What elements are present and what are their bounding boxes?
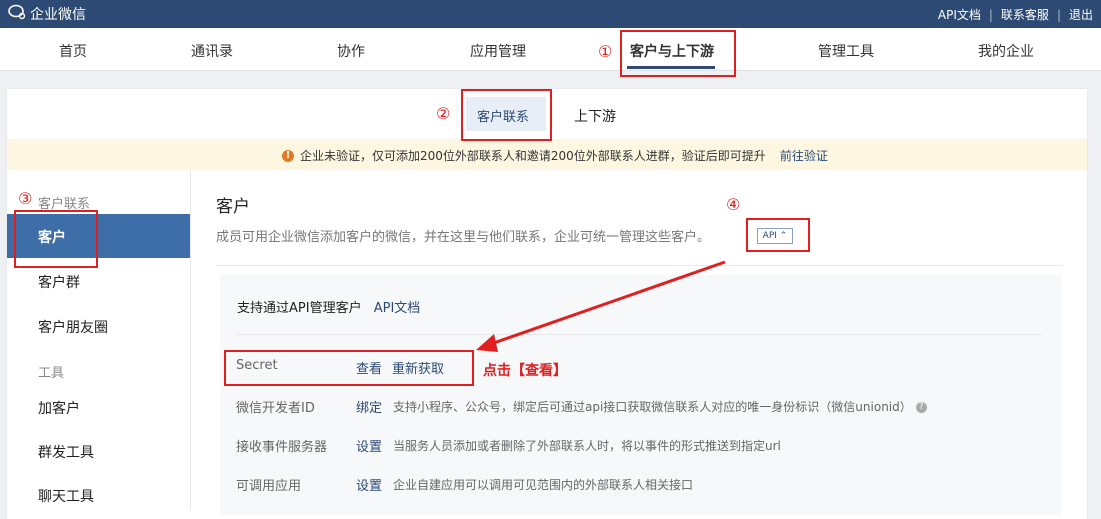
verify-link[interactable]: 前往验证 — [780, 147, 828, 164]
api-docs-panel-link[interactable]: API文档 — [374, 301, 421, 316]
nav-contacts[interactable]: 通讯录 — [191, 41, 233, 61]
bind-button[interactable]: 绑定 — [356, 397, 382, 416]
api-docs-link[interactable]: API文档 — [938, 6, 981, 23]
sidebar-item-moments[interactable]: 客户朋友圈 — [38, 317, 108, 337]
click-view-note: 点击【查看】 — [483, 363, 567, 379]
api-panel-title: 支持通过API管理客户 API文档 — [237, 297, 420, 316]
annotation-box-3 — [14, 210, 98, 268]
annotation-box-4 — [746, 218, 810, 252]
verification-notice: ! 企业未验证，仅可添加200位外部联系人和邀请200位外部联系人进群，验证后即… — [7, 139, 1087, 170]
annotation-box-secret — [224, 350, 474, 386]
main-nav: 首页 通讯录 协作 应用管理 客户与上下游 管理工具 我的企业 — [0, 28, 1101, 71]
top-links: API文档 | 联系客服 | 退出 — [938, 6, 1093, 23]
annotation-marker-4: ④ — [726, 195, 741, 214]
annotation-marker-1: ① — [598, 42, 613, 61]
nav-my-company[interactable]: 我的企业 — [978, 41, 1034, 61]
help-icon[interactable]: ? — [915, 402, 927, 413]
api-panel-title-text: 支持通过API管理客户 — [237, 301, 362, 316]
sidebar-item-add-customer[interactable]: 加客户 — [38, 398, 80, 418]
page-title: 客户 — [216, 197, 250, 217]
separator: | — [988, 7, 993, 22]
sidebar-item-broadcast-tool[interactable]: 群发工具 — [38, 442, 94, 462]
callable-apps-label: 可调用应用 — [236, 479, 302, 494]
page-description: 成员可用企业微信添加客户的微信，并在这里与他们联系，企业可统一管理这些客户。 — [216, 230, 711, 245]
nav-home[interactable]: 首页 — [59, 41, 87, 61]
wechat-dev-id-desc: 支持小程序、公众号，绑定后可通过api接口获取微信联系人对应的唯一身份标识（微信… — [393, 398, 927, 415]
divider — [216, 265, 1062, 266]
warning-icon: ! — [282, 149, 294, 162]
sidebar-item-customer-groups[interactable]: 客户群 — [38, 272, 80, 292]
sidebar-group-tools: 工具 — [38, 366, 65, 381]
event-server-desc: 当服务人员添加或者删除了外部联系人时，将以事件的形式推送到指定url — [393, 439, 781, 453]
event-server-label: 接收事件服务器 — [236, 440, 328, 455]
subtab-upstream-downstream[interactable]: 上下游 — [574, 106, 616, 126]
contact-support-link[interactable]: 联系客服 — [1001, 6, 1049, 23]
notice-text: 企业未验证，仅可添加200位外部联系人和邀请200位外部联系人进群，验证后即可提… — [300, 149, 766, 163]
logout-link[interactable]: 退出 — [1069, 6, 1093, 23]
annotation-box-1 — [620, 30, 736, 77]
nav-collaboration[interactable]: 协作 — [337, 41, 365, 61]
wechat-dev-id-label: 微信开发者ID — [236, 401, 315, 416]
callable-apps-desc: 企业自建应用可以调用可见范围内的外部联系人相关接口 — [393, 478, 694, 492]
nav-management-tools[interactable]: 管理工具 — [818, 41, 874, 61]
annotation-box-2 — [461, 89, 552, 141]
annotation-marker-2: ② — [436, 104, 451, 123]
annotation-marker-3: ③ — [18, 189, 33, 208]
callable-apps-settings-button[interactable]: 设置 — [356, 475, 382, 494]
wechat-dev-id-desc-text: 支持小程序、公众号，绑定后可通过api接口获取微信联系人对应的唯一身份标识（微信… — [393, 400, 912, 414]
panel-divider — [236, 334, 1042, 335]
separator: | — [1056, 7, 1061, 22]
event-server-settings-button[interactable]: 设置 — [356, 436, 382, 455]
nav-app-management[interactable]: 应用管理 — [470, 41, 526, 61]
sidebar-item-chat-tool[interactable]: 聊天工具 — [38, 486, 94, 506]
brand-name: 企业微信 — [30, 7, 86, 23]
brand-logo[interactable]: 企业微信 — [8, 4, 86, 24]
top-bar: 企业微信 API文档 | 联系客服 | 退出 — [0, 0, 1101, 28]
chat-bubble-icon — [8, 4, 26, 24]
